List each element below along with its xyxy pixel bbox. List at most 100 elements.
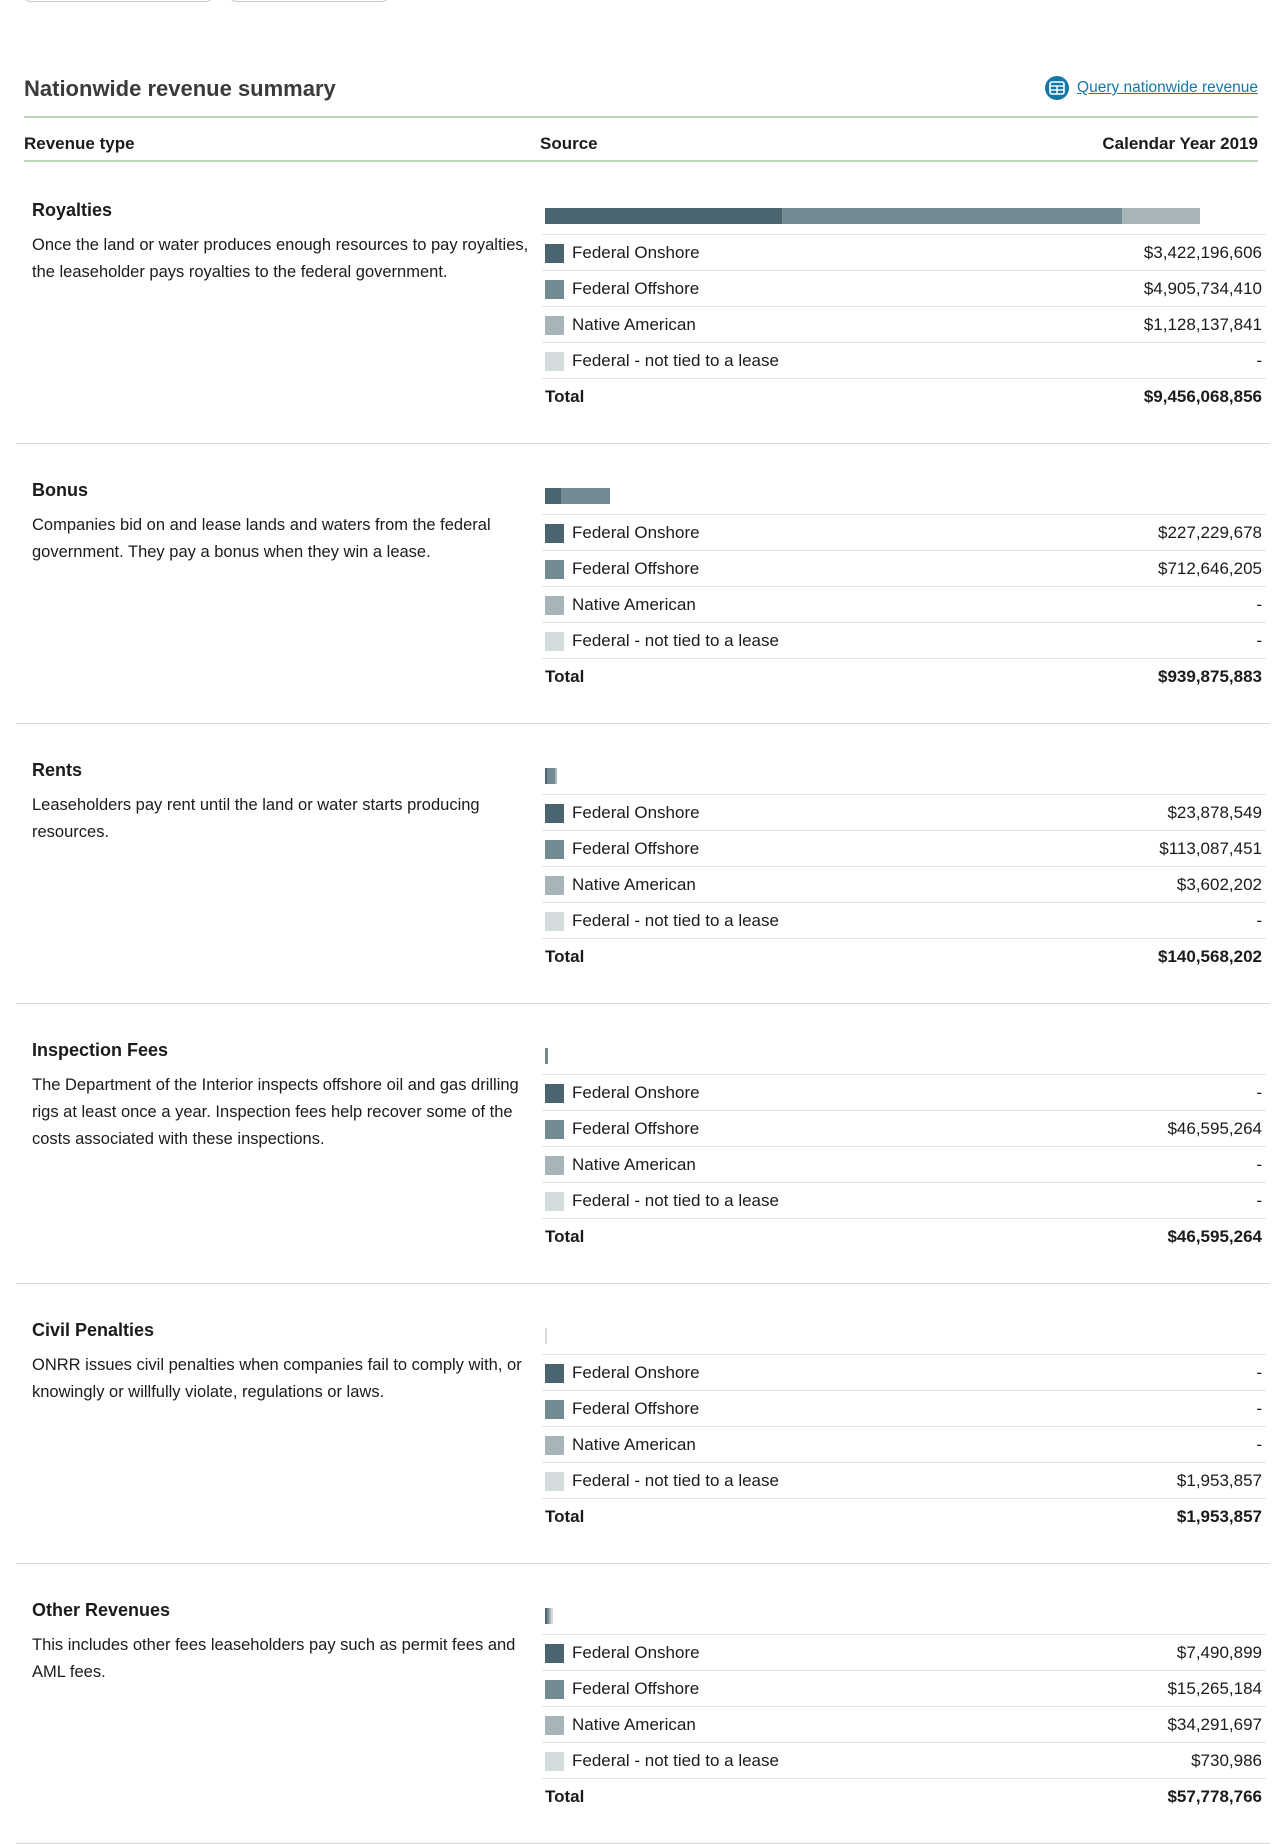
revenue-type-description: Companies bid on and lease lands and wat…: [32, 516, 491, 561]
source-value: -: [1256, 1363, 1262, 1382]
revenue-stacked-bar: [545, 1328, 1200, 1344]
total-value: $939,875,883: [1158, 667, 1262, 686]
source-row-federal-offshore: Federal Offshore $712,646,205: [542, 551, 1266, 587]
legend-swatch-federal-onshore: [545, 244, 564, 263]
revenue-type-description: This includes other fees leaseholders pa…: [32, 1636, 516, 1681]
legend-swatch-federal-not-tied: [545, 1752, 564, 1771]
legend-swatch-federal-onshore: [545, 1364, 564, 1383]
bar-segment-federal-offshore: [560, 488, 611, 504]
source-row-federal-offshore: Federal Offshore $15,265,184: [542, 1671, 1266, 1707]
source-row-federal-offshore: Federal Offshore $113,087,451: [542, 831, 1266, 867]
legend-swatch-federal-offshore: [545, 280, 564, 299]
legend-swatch-native-american: [545, 1716, 564, 1735]
bar-segment-native-american: [1121, 208, 1200, 224]
source-value: $1,128,137,841: [1143, 315, 1262, 334]
bar-segment-federal-offshore: [547, 768, 555, 784]
source-value: -: [1256, 1435, 1262, 1454]
revenue-type-description: ONRR issues civil penalties when compani…: [32, 1356, 522, 1401]
source-label: Federal Offshore: [572, 559, 700, 578]
legend-swatch-federal-offshore: [545, 560, 564, 579]
bar-segment-federal-offshore: [782, 208, 1122, 224]
total-value: $57,778,766: [1167, 1787, 1262, 1806]
source-label: Native American: [572, 315, 696, 334]
source-row-federal-onshore: Federal Onshore $3,422,196,606: [542, 235, 1266, 271]
source-row-federal-onshore: Federal Onshore $7,490,899: [542, 1635, 1266, 1671]
legend-swatch-federal-offshore: [545, 1120, 564, 1139]
query-nationwide-revenue-link[interactable]: Query nationwide revenue: [1045, 76, 1258, 100]
legend-swatch-federal-not-tied: [545, 1192, 564, 1211]
revenue-stacked-bar: [545, 488, 1200, 504]
source-row-native-american: Native American -: [542, 587, 1266, 623]
source-value: $4,905,734,410: [1143, 279, 1262, 298]
source-row-native-american: Native American $3,602,202: [542, 867, 1266, 903]
source-label: Federal Offshore: [572, 1399, 700, 1418]
summary-header: Nationwide revenue summary Query nationw…: [24, 70, 1258, 118]
top-tab-2[interactable]: [228, 0, 390, 2]
source-label: Federal - not tied to a lease: [572, 1191, 779, 1210]
source-row-federal-offshore: Federal Offshore $4,905,734,410: [542, 271, 1266, 307]
revenue-type-name: Bonus: [32, 480, 88, 500]
source-value: -: [1256, 351, 1262, 370]
total-row: Total $140,568,202: [542, 939, 1266, 974]
total-value: $140,568,202: [1158, 947, 1262, 966]
source-row-federal-not-tied: Federal - not tied to a lease -: [542, 623, 1266, 659]
source-label: Federal - not tied to a lease: [572, 631, 779, 650]
source-row-native-american: Native American $1,128,137,841: [542, 307, 1266, 343]
source-table: Federal Onshore - Federal Offshore - Nat…: [542, 1354, 1266, 1534]
legend-swatch-native-american: [545, 876, 564, 895]
source-label: Federal Onshore: [572, 523, 700, 542]
revenue-type-name: Other Revenues: [32, 1600, 171, 1620]
source-row-federal-onshore: Federal Onshore $23,878,549: [542, 795, 1266, 831]
total-value: $46,595,264: [1167, 1227, 1262, 1246]
source-value: -: [1256, 631, 1262, 650]
total-value: $9,456,068,856: [1143, 387, 1262, 406]
source-label: Federal Onshore: [572, 1643, 700, 1662]
total-label: Total: [545, 667, 585, 686]
table-icon: [1045, 76, 1070, 100]
legend-swatch-federal-onshore: [545, 1084, 564, 1103]
legend-swatch-federal-not-tied: [545, 352, 564, 371]
source-value: $113,087,451: [1159, 839, 1262, 858]
top-tab-1[interactable]: [22, 0, 214, 2]
source-label: Native American: [572, 1715, 696, 1734]
legend-swatch-federal-not-tied: [545, 632, 564, 651]
total-label: Total: [545, 1787, 585, 1806]
source-label: Federal Offshore: [572, 839, 700, 858]
source-table: Federal Onshore $7,490,899 Federal Offsh…: [542, 1634, 1266, 1814]
total-label: Total: [545, 947, 585, 966]
total-label: Total: [545, 387, 585, 406]
source-row-federal-onshore: Federal Onshore $227,229,678: [542, 515, 1266, 551]
source-value: $730,986: [1191, 1751, 1262, 1770]
source-row-federal-onshore: Federal Onshore -: [542, 1075, 1266, 1111]
legend-swatch-native-american: [545, 1156, 564, 1175]
legend-swatch-federal-onshore: [545, 804, 564, 823]
source-value: $7,490,899: [1176, 1643, 1262, 1662]
source-table: Federal Onshore $227,229,678 Federal Off…: [542, 514, 1266, 694]
source-value: $46,595,264: [1167, 1119, 1262, 1138]
total-row: Total $939,875,883: [542, 659, 1266, 694]
source-value: $1,953,857: [1176, 1471, 1262, 1490]
source-label: Native American: [572, 875, 696, 894]
source-value: $15,265,184: [1167, 1679, 1262, 1698]
source-label: Federal Offshore: [572, 279, 700, 298]
source-row-native-american: Native American -: [542, 1427, 1266, 1463]
revenue-type-name: Civil Penalties: [32, 1320, 155, 1340]
source-value: $3,422,196,606: [1143, 243, 1262, 262]
source-value: -: [1256, 1083, 1262, 1102]
source-label: Federal Offshore: [572, 1119, 700, 1138]
revenue-stacked-bar: [545, 1048, 1200, 1064]
source-row-federal-onshore: Federal Onshore -: [542, 1355, 1266, 1391]
legend-swatch-federal-offshore: [545, 1680, 564, 1699]
legend-swatch-federal-offshore: [545, 840, 564, 859]
bar-segment-federal-offshore: [545, 1048, 549, 1064]
source-label: Federal Onshore: [572, 1363, 700, 1382]
source-row-native-american: Native American $34,291,697: [542, 1707, 1266, 1743]
source-row-federal-offshore: Federal Offshore $46,595,264: [542, 1111, 1266, 1147]
source-label: Federal Onshore: [572, 1083, 700, 1102]
source-row-federal-not-tied: Federal - not tied to a lease -: [542, 1183, 1266, 1219]
revenue-section: Other Revenues This includes other fees l…: [16, 1564, 1270, 1844]
bar-segment-federal-onshore: [545, 208, 783, 224]
legend-swatch-federal-not-tied: [545, 1472, 564, 1491]
query-link-label[interactable]: Query nationwide revenue: [1077, 79, 1258, 97]
legend-swatch-federal-not-tied: [545, 912, 564, 931]
